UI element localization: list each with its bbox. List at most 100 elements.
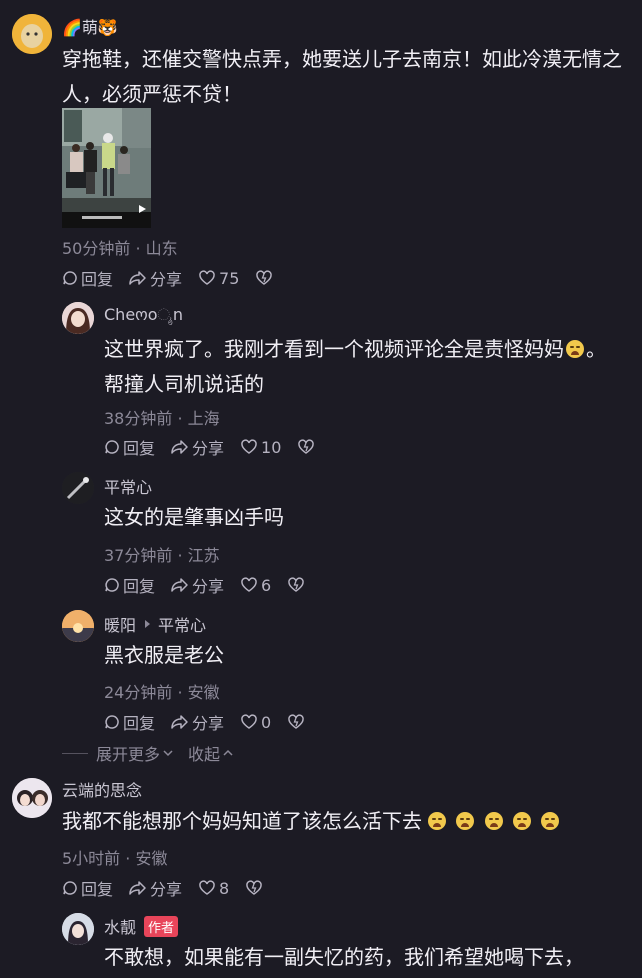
crying-emoji-icon — [541, 812, 560, 830]
reply-button[interactable]: 回复 — [62, 266, 113, 290]
reply-button[interactable]: 回复 — [104, 573, 155, 597]
avatar-image — [62, 302, 94, 334]
comment-meta: 5小时前 · 安徽 — [62, 849, 168, 868]
comment-actions: 回复 分享 10 — [104, 435, 334, 459]
reply-to-username[interactable]: 平常心 — [158, 612, 206, 636]
like-button[interactable]: 8 — [198, 879, 229, 898]
share-icon — [129, 881, 146, 895]
reply-arrow-icon — [145, 620, 151, 628]
share-button[interactable]: 分享 — [171, 573, 224, 597]
like-icon — [241, 577, 257, 592]
dislike-button[interactable] — [287, 577, 308, 593]
comment-meta: 38分钟前 · 上海 — [104, 409, 220, 428]
like-count: 6 — [261, 575, 272, 595]
avatar-image — [62, 610, 94, 642]
reply-label: 回复 — [123, 439, 156, 458]
dislike-button[interactable] — [287, 714, 308, 730]
comment-text: 黑衣服是老公 — [104, 643, 224, 667]
like-count: 8 — [219, 878, 230, 898]
username[interactable]: 平常心 — [104, 474, 152, 498]
like-button[interactable]: 75 — [198, 269, 239, 288]
reply-icon — [63, 881, 77, 895]
comment-text-part: 这世界疯了。我刚才看到一个视频评论全是责怪妈妈 — [104, 337, 564, 361]
avatar[interactable] — [62, 913, 94, 945]
comment-text: 穿拖鞋，还催交警快点弄，她要送儿子去南京！如此冷漠无情之人，必须严惩不贷！ — [62, 47, 622, 106]
share-button[interactable]: 分享 — [171, 435, 224, 459]
comment-image[interactable] — [62, 108, 151, 228]
crying-emoji-icon — [456, 812, 475, 830]
avatar[interactable] — [12, 778, 52, 818]
username[interactable]: 水靓 — [104, 914, 136, 938]
share-button[interactable]: 分享 — [129, 876, 182, 900]
username[interactable]: 云端的思念 — [62, 777, 142, 801]
crying-emoji-icon — [428, 812, 446, 830]
divider — [62, 752, 88, 754]
crying-emoji-icon — [484, 812, 503, 830]
reply-icon — [105, 578, 119, 592]
collapse-button[interactable]: 收起 — [188, 741, 234, 765]
reply-label: 回复 — [123, 577, 156, 596]
comment-meta: 50分钟前 · 山东 — [62, 239, 178, 258]
like-button[interactable]: 6 — [240, 576, 271, 595]
like-button[interactable]: 10 — [240, 438, 281, 457]
dislike-button[interactable] — [297, 439, 318, 455]
like-icon — [241, 714, 257, 729]
reply-icon — [105, 440, 119, 454]
comment-text: 这世界疯了。我刚才看到一个视频评论全是责怪妈妈 。帮撞人司机说话的 — [104, 332, 624, 402]
author-badge: 作者 — [144, 915, 179, 937]
like-icon — [199, 880, 215, 895]
reply-label: 回复 — [81, 270, 114, 289]
reply-button[interactable]: 回复 — [104, 710, 155, 734]
dislike-button[interactable] — [245, 880, 266, 896]
comment-text-part: 我都不能想那个妈妈知道了该怎么活下去 — [62, 809, 422, 833]
dislike-button[interactable] — [255, 270, 276, 286]
share-label: 分享 — [150, 880, 183, 899]
reply-button[interactable]: 回复 — [62, 876, 113, 900]
expand-more-button[interactable]: 展开更多 — [96, 741, 174, 765]
chevron-down-icon — [163, 750, 173, 757]
comment-text: 这女的是肇事凶手吗 — [104, 505, 284, 529]
comment-meta: 37分钟前 · 江苏 — [104, 546, 220, 565]
share-label: 分享 — [192, 577, 225, 596]
dislike-icon — [246, 880, 262, 895]
share-label: 分享 — [150, 270, 183, 289]
crying-emoji-icon — [513, 812, 532, 830]
like-button[interactable]: 0 — [240, 713, 271, 732]
like-count: 75 — [219, 268, 240, 288]
share-icon — [171, 715, 188, 729]
like-icon — [199, 270, 215, 285]
reply-button[interactable]: 回复 — [104, 435, 155, 459]
username-line: 暖阳 平常心 — [104, 612, 206, 636]
comment-actions: 回复 分享 0 — [104, 710, 324, 734]
like-icon — [241, 439, 257, 454]
share-button[interactable]: 分享 — [129, 266, 182, 290]
avatar-image — [12, 778, 52, 818]
dislike-icon — [288, 577, 304, 592]
avatar[interactable] — [62, 472, 94, 504]
like-count: 0 — [261, 712, 272, 732]
comment-actions: 回复 分享 75 — [62, 266, 292, 290]
chevron-up-icon — [223, 749, 233, 756]
username[interactable]: 🌈萌🐯 — [62, 14, 118, 38]
share-icon — [129, 271, 146, 285]
comment-text: 不敢想，如果能有一副失忆的药，我们希望她喝下去， — [104, 945, 584, 969]
crying-emoji-icon — [566, 340, 584, 358]
reply-label: 回复 — [123, 714, 156, 733]
reply-icon — [105, 715, 119, 729]
comment-actions: 回复 分享 8 — [62, 876, 282, 900]
avatar[interactable] — [62, 302, 94, 334]
username[interactable]: 暖阳 — [104, 612, 136, 636]
reply-icon — [63, 271, 77, 285]
avatar-image — [62, 913, 94, 945]
share-button[interactable]: 分享 — [171, 710, 224, 734]
expand-controls: 展开更多 收起 — [62, 741, 234, 765]
dislike-icon — [298, 439, 315, 454]
comment-text: 我都不能想那个妈妈知道了该怎么活下去 — [62, 804, 632, 839]
like-count: 10 — [261, 437, 282, 457]
avatar[interactable] — [12, 14, 52, 54]
collapse-label: 收起 — [188, 745, 221, 764]
dislike-icon — [288, 714, 304, 729]
username[interactable]: Cheოoೖn — [104, 305, 183, 325]
reply-label: 回复 — [81, 880, 114, 899]
avatar[interactable] — [62, 610, 94, 642]
